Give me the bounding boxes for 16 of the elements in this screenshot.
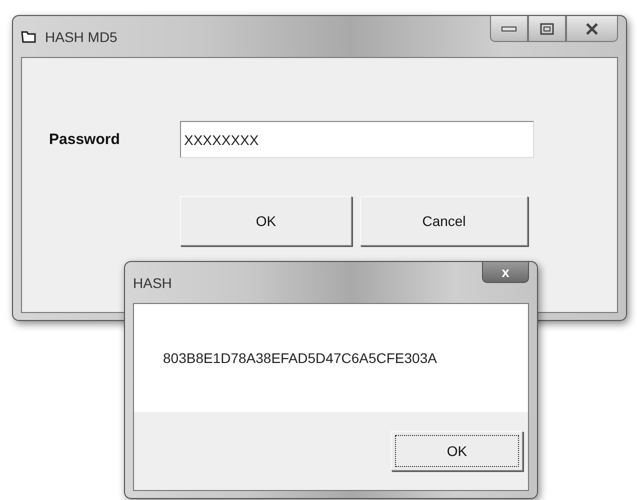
- password-field[interactable]: XXXXXXXX: [180, 121, 534, 158]
- window-title: HASH MD5: [45, 28, 118, 44]
- maximize-button[interactable]: [528, 16, 566, 42]
- ok-button[interactable]: OK: [391, 431, 523, 471]
- close-button[interactable]: x: [482, 262, 529, 283]
- app-icon: [21, 30, 37, 44]
- minimize-icon: [501, 26, 517, 32]
- dialog-title: HASH: [133, 274, 172, 290]
- close-button[interactable]: [566, 16, 618, 42]
- maximize-icon: [540, 22, 554, 34]
- minimize-button[interactable]: [490, 16, 528, 42]
- hash-text: 803B8E1D78A38EFAD5D47C6A5CFE303A: [163, 350, 437, 366]
- close-icon: [585, 22, 599, 34]
- password-label: Password: [49, 131, 121, 148]
- cancel-button[interactable]: Cancel: [360, 196, 528, 246]
- ok-button[interactable]: OK: [180, 196, 352, 246]
